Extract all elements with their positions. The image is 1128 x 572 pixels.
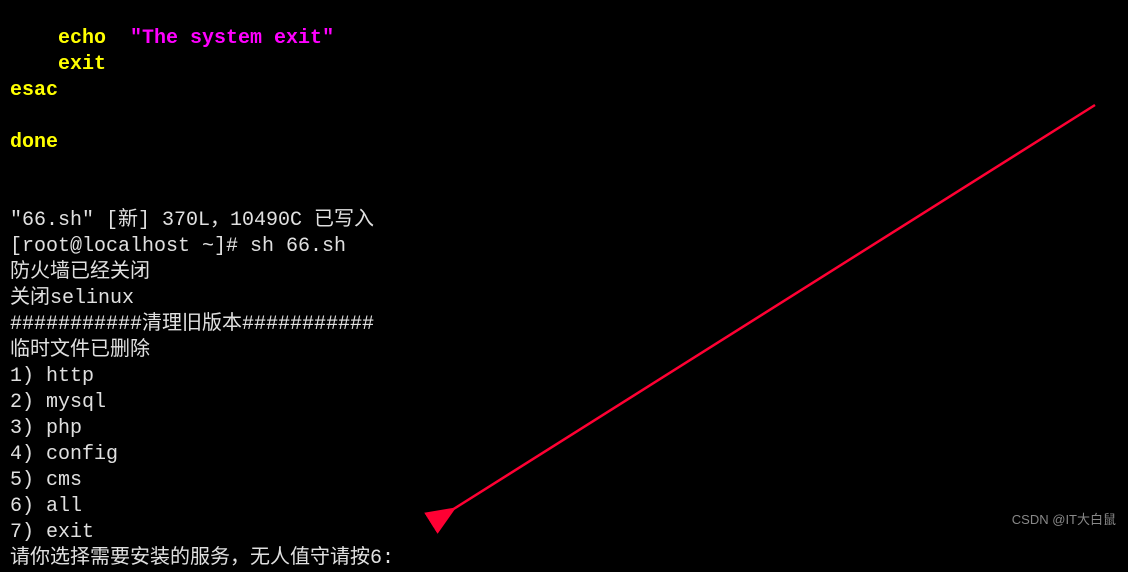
menu-item-6: 6) all bbox=[10, 495, 82, 518]
terminal-output[interactable]: echo "The system exit" exit esac done "6… bbox=[0, 0, 1128, 572]
select-prompt: 请你选择需要安装的服务，无人值守请按6: bbox=[10, 547, 406, 570]
script-echo-kw: echo bbox=[10, 27, 130, 50]
script-exit: exit bbox=[10, 53, 106, 76]
menu-item-3: 3) php bbox=[10, 417, 82, 440]
shell-prompt-line: [root@localhost ~]# sh 66.sh bbox=[10, 235, 346, 258]
script-esac: esac bbox=[10, 79, 58, 102]
menu-item-5: 5) cms bbox=[10, 469, 82, 492]
menu-item-1: 1) http bbox=[10, 365, 94, 388]
watermark-text: CSDN @IT大白鼠 bbox=[1012, 512, 1116, 529]
output-cleanup: ###########清理旧版本########### bbox=[10, 313, 374, 336]
vim-saved-msg: "66.sh" [新] 370L，10490C 已写入 bbox=[10, 209, 374, 232]
output-firewall: 防火墙已经关闭 bbox=[10, 261, 150, 284]
output-tmp-deleted: 临时文件已删除 bbox=[10, 339, 150, 362]
output-selinux: 关闭selinux bbox=[10, 287, 134, 310]
menu-item-2: 2) mysql bbox=[10, 391, 106, 414]
menu-item-7: 7) exit bbox=[10, 521, 94, 544]
script-echo-str: "The system exit" bbox=[130, 27, 334, 50]
script-done: done bbox=[10, 131, 58, 154]
menu-item-4: 4) config bbox=[10, 443, 118, 466]
